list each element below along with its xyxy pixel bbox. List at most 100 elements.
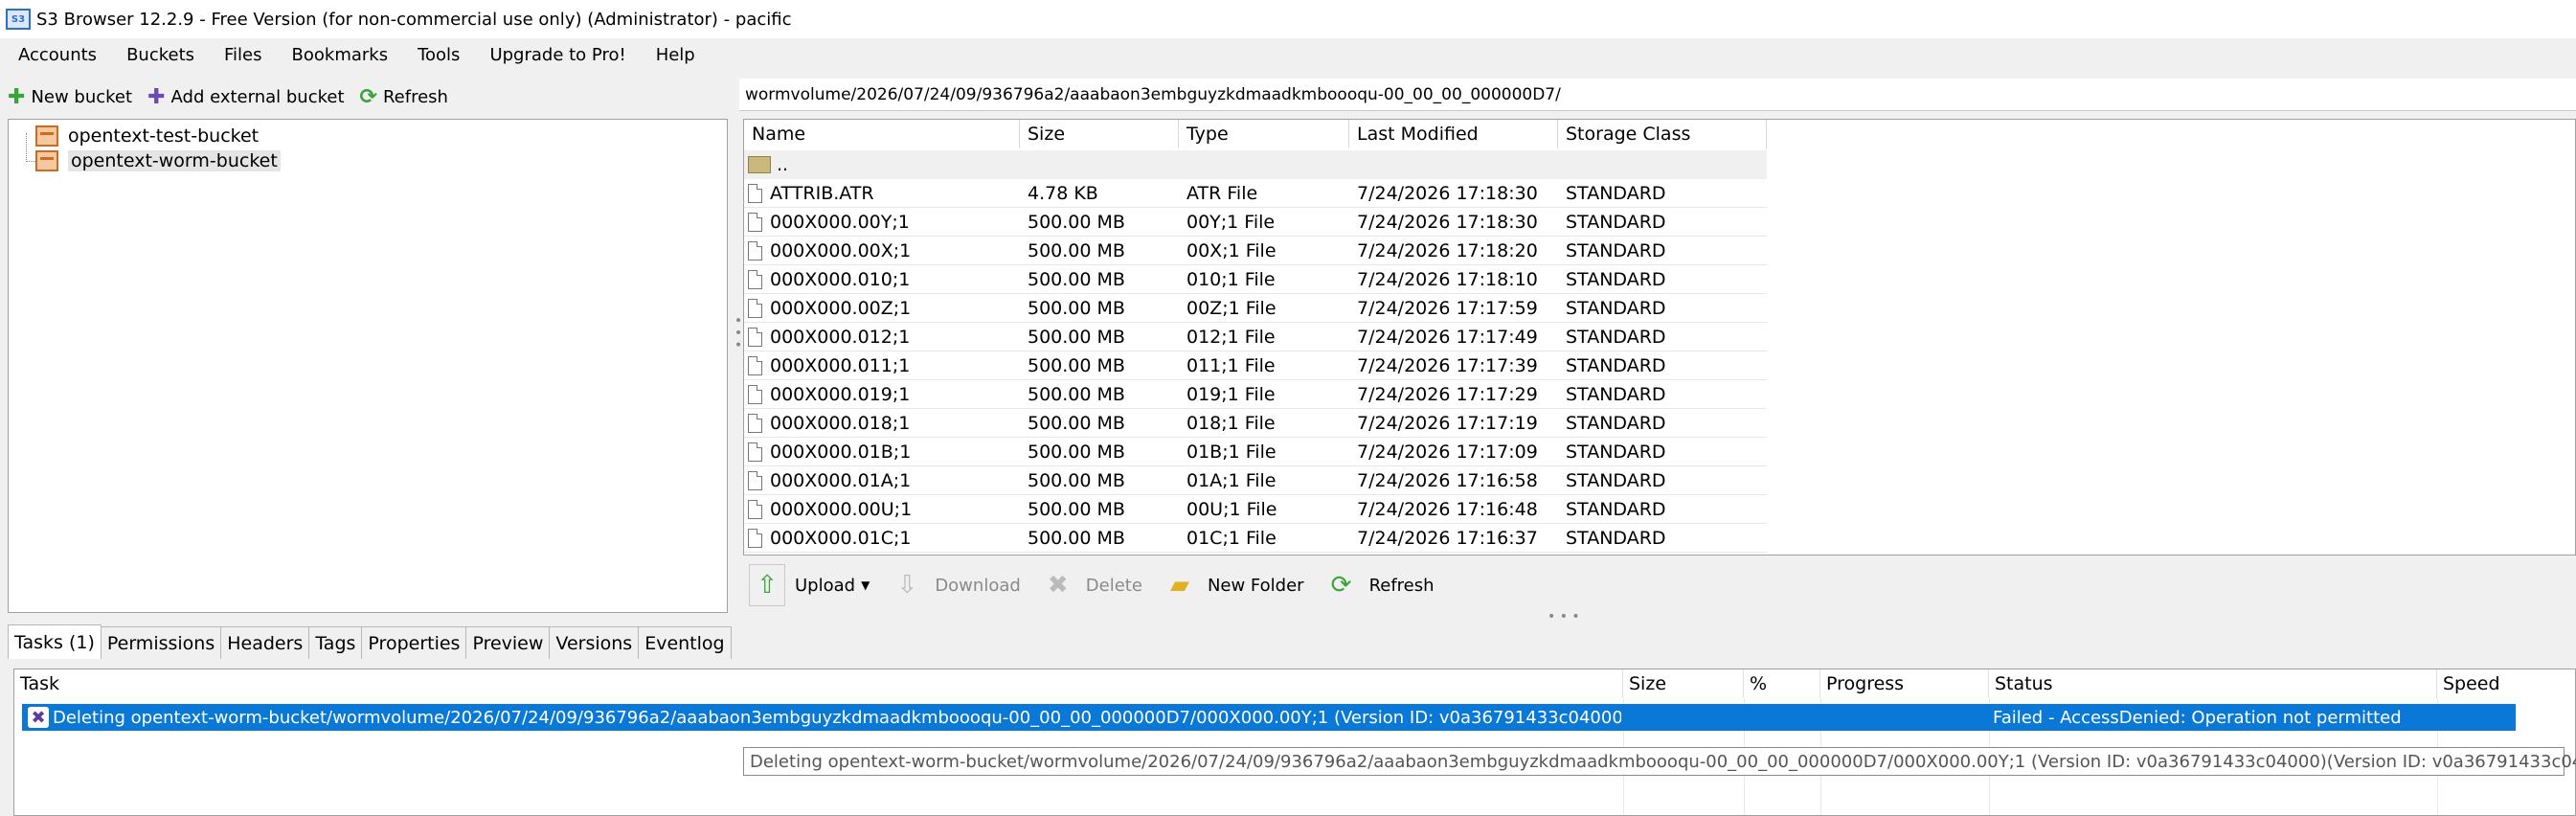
- bucket-item[interactable]: opentext-test-bucket: [35, 124, 259, 148]
- file-row[interactable]: 000X000.011;1 500.00 MB 011;1 File 7/24/202…: [744, 351, 1767, 380]
- new-folder-icon: ▰: [1169, 571, 1189, 600]
- file-row[interactable]: ATTRIB.ATR 4.78 KB ATR File 7/24/2026 17:18…: [744, 179, 1767, 208]
- failed-x-icon: ✖: [28, 707, 49, 728]
- file-last-modified: 7/24/2026 17:18:20: [1357, 239, 1538, 261]
- file-size: 500.00 MB: [1028, 354, 1125, 376]
- window-title: S3 Browser 12.2.9 - Free Version (for no…: [36, 9, 792, 30]
- parent-folder-row[interactable]: ..: [744, 150, 1767, 179]
- file-row[interactable]: 000X000.00X;1 500.00 MB 00X;1 File 7/24/202…: [744, 237, 1767, 265]
- horizontal-splitter[interactable]: • • •: [1548, 609, 1580, 624]
- file-storage-class: STANDARD: [1566, 211, 1666, 233]
- file-name: 000X000.018;1: [744, 409, 1020, 437]
- menu-tools[interactable]: Tools: [399, 45, 471, 65]
- file-storage-class: STANDARD: [1566, 527, 1666, 549]
- file-icon: [748, 355, 762, 375]
- file-row[interactable]: 000X000.00Z;1 500.00 MB 00Z;1 File 7/24/202…: [744, 294, 1767, 323]
- bucket-item-selected[interactable]: opentext-worm-bucket: [35, 148, 281, 173]
- tab-properties[interactable]: Properties: [361, 626, 467, 659]
- tab-preview[interactable]: Preview: [465, 626, 551, 659]
- file-storage-class: STANDARD: [1566, 239, 1666, 261]
- download-button[interactable]: ⇩ Download: [883, 564, 1033, 606]
- column-size[interactable]: Size: [1020, 120, 1179, 148]
- file-row[interactable]: 000X000.019;1 500.00 MB 019;1 File 7/24/202…: [744, 380, 1767, 409]
- file-row[interactable]: 000X000.010;1 500.00 MB 010;1 File 7/24/202…: [744, 265, 1767, 294]
- file-name: 000X000.00X;1: [744, 237, 1020, 264]
- dropdown-arrow-icon[interactable]: ▼: [861, 578, 870, 592]
- file-last-modified: 7/24/2026 17:17:39: [1357, 354, 1538, 376]
- upload-icon: ⇧: [749, 564, 785, 606]
- file-name: 000X000.01A;1: [744, 466, 1020, 494]
- file-last-modified: 7/24/2026 17:18:30: [1357, 211, 1538, 233]
- file-row[interactable]: 000X000.018;1 500.00 MB 018;1 File 7/24/202…: [744, 409, 1767, 438]
- tab-tasks[interactable]: Tasks (1): [8, 624, 102, 659]
- menu-buckets[interactable]: Buckets: [108, 45, 206, 65]
- tab-headers[interactable]: Headers: [220, 626, 310, 659]
- column-storage-class[interactable]: Storage Class: [1558, 120, 1767, 148]
- column-percent[interactable]: %: [1744, 669, 1820, 698]
- file-size: 500.00 MB: [1028, 527, 1125, 549]
- file-row[interactable]: 000X000.01A;1 500.00 MB 01A;1 File 7/24/202…: [744, 466, 1767, 495]
- upload-button[interactable]: ⇧ Upload ▼: [743, 564, 883, 606]
- file-type: 00X;1 File: [1186, 239, 1277, 261]
- new-bucket-button[interactable]: ✚ New bucket: [0, 85, 140, 109]
- menu-upgrade[interactable]: Upgrade to Pro!: [471, 45, 637, 65]
- plus-external-icon: ✚: [147, 84, 166, 109]
- file-list-header: Name Size Type Last Modified Storage Cla…: [744, 120, 1767, 148]
- task-description: Deleting opentext-worm-bucket/wormvolume…: [53, 707, 1621, 728]
- file-icon: [748, 528, 762, 548]
- file-type: 01B;1 File: [1186, 441, 1277, 463]
- file-name: 000X000.012;1: [744, 323, 1020, 351]
- file-list: Name Size Type Last Modified Storage Cla…: [743, 119, 2576, 555]
- file-icon: [748, 240, 762, 261]
- file-storage-class: STANDARD: [1566, 441, 1666, 463]
- menu-accounts[interactable]: Accounts: [0, 45, 108, 65]
- column-progress[interactable]: Progress: [1820, 669, 1989, 698]
- refresh-icon: ⟳: [1330, 571, 1352, 600]
- title-bar: S3 S3 Browser 12.2.9 - Free Version (for…: [0, 0, 2576, 38]
- task-row-selected[interactable]: ✖ Deleting opentext-worm-bucket/wormvolu…: [22, 704, 2516, 731]
- tab-tags[interactable]: Tags: [308, 626, 363, 659]
- file-type: 018;1 File: [1186, 412, 1276, 434]
- file-storage-class: STANDARD: [1566, 326, 1666, 348]
- file-row[interactable]: 000X000.00U;1 500.00 MB 00U;1 File 7/24/202…: [744, 495, 1767, 524]
- menu-bookmarks[interactable]: Bookmarks: [274, 45, 400, 65]
- column-type[interactable]: Type: [1179, 120, 1349, 148]
- file-last-modified: 7/24/2026 17:17:19: [1357, 412, 1538, 434]
- column-last-modified[interactable]: Last Modified: [1349, 120, 1558, 148]
- tab-versions[interactable]: Versions: [549, 626, 640, 659]
- column-status[interactable]: Status: [1989, 669, 2437, 698]
- file-row[interactable]: 000X000.01B;1 500.00 MB 01B;1 File 7/24/202…: [744, 438, 1767, 466]
- file-last-modified: 7/24/2026 17:16:58: [1357, 469, 1538, 491]
- file-name: 000X000.019;1: [744, 380, 1020, 408]
- file-row[interactable]: 000X000.01C;1 500.00 MB 01C;1 File 7/24/202…: [744, 524, 1767, 553]
- column-name[interactable]: Name: [744, 120, 1020, 148]
- tab-permissions[interactable]: Permissions: [100, 626, 222, 659]
- column-size[interactable]: Size: [1623, 669, 1744, 698]
- refresh-files-button[interactable]: ⟳ Refresh: [1318, 564, 1448, 606]
- file-row[interactable]: 000X000.00Y;1 500.00 MB 00Y;1 File 7/24/202…: [744, 208, 1767, 237]
- s3-browser-app-icon: S3: [6, 9, 31, 30]
- menu-files[interactable]: Files: [206, 45, 274, 65]
- file-size: 4.78 KB: [1028, 182, 1098, 204]
- column-speed[interactable]: Speed: [2437, 669, 2575, 698]
- file-icon: [748, 212, 762, 232]
- file-size: 500.00 MB: [1028, 441, 1125, 463]
- file-row[interactable]: 000X000.012;1 500.00 MB 012;1 File 7/24/202…: [744, 323, 1767, 351]
- menu-help[interactable]: Help: [638, 45, 707, 65]
- file-type: 010;1 File: [1186, 268, 1276, 290]
- file-last-modified: 7/24/2026 17:16:37: [1357, 527, 1538, 549]
- plus-icon: ✚: [8, 84, 26, 109]
- file-name: 000X000.00U;1: [744, 495, 1020, 523]
- delete-button[interactable]: ✖ Delete: [1034, 564, 1156, 606]
- file-toolbar: ⇧ Upload ▼ ⇩ Download ✖ Delete ▰ New Fol…: [743, 559, 2576, 611]
- column-task[interactable]: Task: [14, 669, 1623, 698]
- file-name: 000X000.00Y;1: [744, 208, 1020, 236]
- refresh-buckets-button[interactable]: ⟳ Refresh: [352, 85, 456, 109]
- tab-eventlog[interactable]: Eventlog: [638, 626, 732, 659]
- path-bar[interactable]: wormvolume/2026/07/24/09/936796a2/aaabao…: [739, 79, 2576, 111]
- add-external-bucket-button[interactable]: ✚ Add external bucket: [140, 85, 351, 109]
- file-name: 000X000.010;1: [744, 265, 1020, 293]
- new-folder-button[interactable]: ▰ New Folder: [1156, 564, 1318, 606]
- file-name: 000X000.011;1: [744, 351, 1020, 379]
- file-icon: [748, 470, 762, 490]
